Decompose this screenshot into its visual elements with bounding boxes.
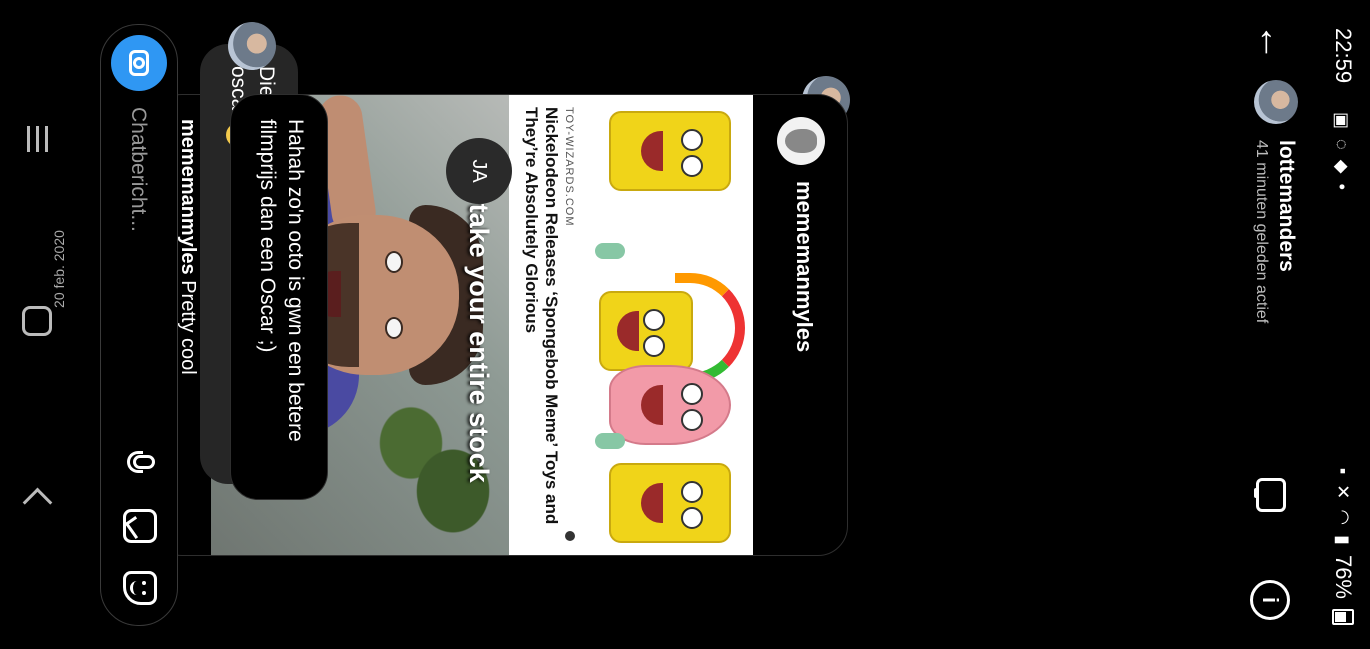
dot-icon: • [1332,183,1352,190]
battery-percent: 76% [1331,554,1356,599]
spongebob-mocking-toy [609,463,731,543]
toys-illustration [591,103,745,547]
sticker-icon[interactable] [123,571,157,605]
whatsapp-icon: ◌ [1332,139,1352,150]
patrick-toy [609,365,731,445]
battery-icon [1332,609,1354,625]
article-source: TOY-WIZARDS.COM [563,107,575,227]
mute-icon: ✕ [1333,484,1354,500]
home-icon[interactable] [22,306,52,336]
post-owner-avatar[interactable] [777,117,825,165]
spongebob-rainbow-toy [599,291,693,371]
contact-message-avatar[interactable] [228,22,276,70]
spongebob-toy [609,111,731,191]
info-icon[interactable]: i [1250,580,1290,620]
system-icons: ▪ ✕ ◠ ▮ 76% [1330,468,1356,625]
post-caption-text: Pretty cool [177,280,199,375]
contact-name[interactable]: lottemanders [1274,140,1298,272]
meme-top-panel: TOY-WIZARDS.COM Nickelodeon Releases ‘Sp… [509,95,753,555]
post-owner-row[interactable]: mememanmyles [753,95,847,555]
nav-back-icon[interactable] [22,487,53,518]
chat-message-input[interactable] [121,105,155,409]
message-composer [100,24,178,626]
chat-header: ← lottemanders 41 minuten geleden actief… [1218,0,1310,649]
man-eye [385,251,403,273]
video-call-icon[interactable] [1250,474,1290,514]
article-headline: Nickelodeon Releases ‘Spongebob Meme’ To… [522,107,561,525]
more-dot-icon [565,531,575,541]
recent-apps-icon[interactable] [26,126,48,152]
post-caption-user[interactable]: mememanmyles [177,119,199,275]
post-owner-name[interactable]: mememanmyles [791,181,817,352]
contact-activity-status: 41 minuten geleden actief [1253,140,1270,324]
contact-message-bubble[interactable]: Hahah zo'n octo is gwn een betere filmpr… [230,94,328,500]
gallery-icon[interactable] [123,509,157,543]
status-bar: 22:59 ▣ ◌ ◆ • ▪ ✕ ◠ ▮ 76% [1310,0,1370,649]
squidward-figure [595,433,625,449]
squidward-figure [595,243,625,259]
wifi-icon: ◠ [1333,509,1354,526]
screen: 22:59 ▣ ◌ ◆ • ▪ ✕ ◠ ▮ 76% ← lottemanders… [0,0,1370,649]
post-caption: mememanmyles Pretty cool [176,119,199,375]
status-time: 22:59 [1331,28,1356,84]
system-navigation-bar [0,0,70,649]
back-arrow-icon[interactable]: ← [1251,22,1293,62]
notification-icons: ▣ ◌ ◆ • [1331,112,1352,190]
contact-message-text: Hahah zo'n octo is gwn een betere filmpr… [256,119,307,442]
camera-button[interactable] [111,35,167,91]
image-notification-icon: ▣ [1332,112,1352,130]
microphone-icon[interactable] [121,445,157,479]
man-eye [385,317,403,339]
contact-avatar[interactable] [1254,80,1298,124]
signal-icon: ▮ [1333,535,1354,545]
app-notification-icon: ◆ [1332,159,1352,174]
battery-saver-icon: ▪ [1333,467,1354,475]
reply-badge[interactable]: JA [446,138,512,204]
